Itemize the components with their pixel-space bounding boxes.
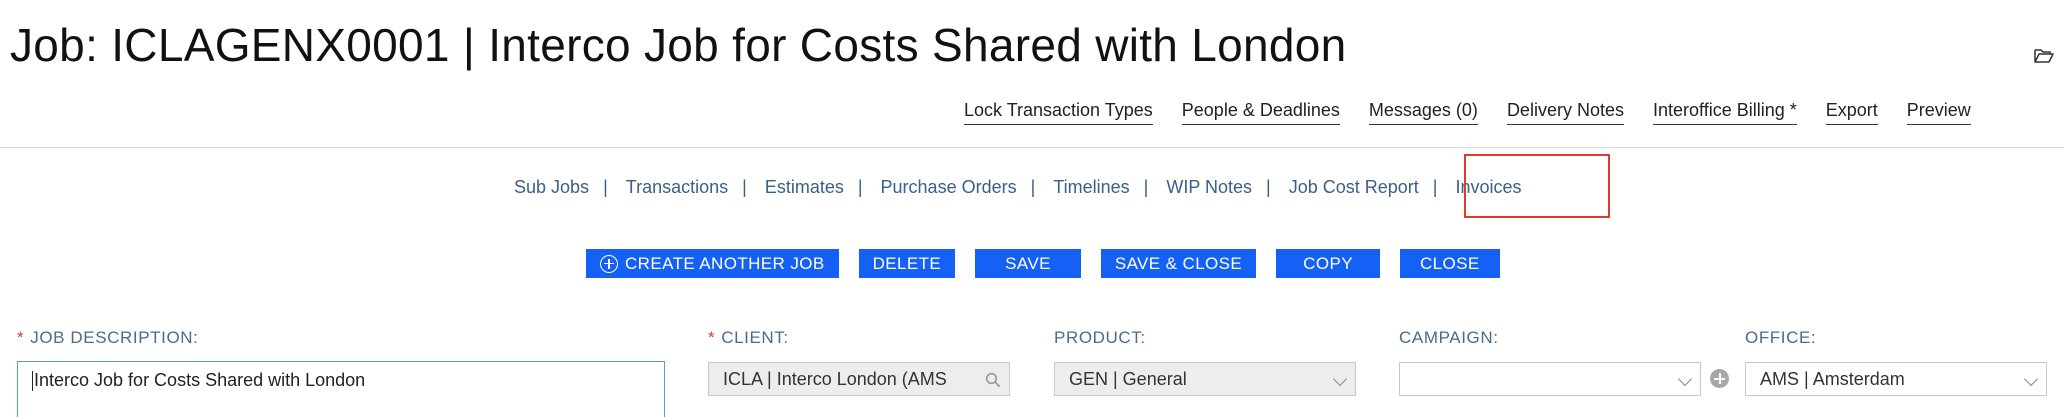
delete-button[interactable]: DELETE [858, 249, 956, 278]
required-marker: * [17, 328, 25, 347]
tab-separator: | [1432, 177, 1438, 197]
search-icon[interactable] [985, 372, 1001, 388]
people-deadlines-link[interactable]: People & Deadlines [1181, 100, 1340, 125]
job-description-value: Interco Job for Costs Shared with London [34, 370, 366, 390]
client-label: * CLIENT: [708, 328, 789, 348]
create-another-job-button[interactable]: CREATE ANOTHER JOB [586, 249, 839, 278]
copy-button[interactable]: COPY [1276, 249, 1380, 278]
action-buttons: CREATE ANOTHER JOB DELETE SAVE SAVE & CL… [586, 249, 1500, 278]
invoices-highlight-box [1464, 154, 1610, 218]
sub-tabs: Sub Jobs | Transactions | Estimates | Pu… [514, 177, 1522, 198]
close-button[interactable]: CLOSE [1399, 249, 1500, 278]
office-value: AMS | Amsterdam [1760, 368, 1905, 389]
job-description-label: * JOB DESCRIPTION: [17, 328, 199, 348]
interoffice-billing-link[interactable]: Interoffice Billing * [1652, 100, 1797, 125]
text-caret [32, 371, 33, 392]
add-campaign-icon[interactable] [1710, 369, 1729, 388]
product-label: PRODUCT: [1054, 328, 1146, 347]
client-search-input[interactable]: ICLA | Interco London (AMS [708, 362, 1010, 396]
export-link[interactable]: Export [1825, 100, 1878, 125]
job-description-input[interactable]: Interco Job for Costs Shared with London [17, 361, 665, 417]
tab-separator: | [1030, 177, 1036, 197]
tab-job-cost-report[interactable]: Job Cost Report [1289, 177, 1419, 198]
tab-separator: | [1143, 177, 1149, 197]
save-close-button[interactable]: SAVE & CLOSE [1100, 249, 1257, 278]
required-marker: * [708, 328, 716, 347]
product-value: GEN | General [1069, 368, 1187, 389]
campaign-select[interactable] [1399, 362, 1701, 396]
chevron-down-icon [1332, 371, 1348, 387]
tab-sub-jobs[interactable]: Sub Jobs [514, 177, 589, 198]
save-button[interactable]: SAVE [975, 249, 1081, 278]
client-value: ICLA | Interco London (AMS [723, 368, 947, 389]
messages-link[interactable]: Messages (0) [1368, 100, 1478, 125]
delivery-notes-link[interactable]: Delivery Notes [1506, 100, 1624, 125]
tab-estimates[interactable]: Estimates [765, 177, 844, 198]
lock-transaction-types-link[interactable]: Lock Transaction Types [964, 100, 1153, 125]
tab-separator: | [1266, 177, 1271, 197]
folder-open-icon[interactable] [2034, 48, 2054, 64]
page-title: Job: ICLAGENX0001 | Interco Job for Cost… [10, 19, 1347, 71]
office-label: OFFICE: [1745, 328, 1817, 347]
tab-separator: | [857, 177, 863, 197]
client-label-text: CLIENT: [721, 328, 789, 347]
preview-link[interactable]: Preview [1906, 100, 1971, 125]
tab-wip-notes[interactable]: WIP Notes [1166, 177, 1252, 198]
header-divider [0, 147, 2064, 148]
tab-separator: | [742, 177, 747, 197]
chevron-down-icon [2023, 371, 2039, 387]
job-description-label-text: JOB DESCRIPTION: [30, 328, 199, 347]
tab-purchase-orders[interactable]: Purchase Orders [881, 177, 1017, 198]
tab-separator: | [603, 177, 608, 197]
chevron-down-icon [1677, 371, 1693, 387]
tab-timelines[interactable]: Timelines [1053, 177, 1129, 198]
office-select[interactable]: AMS | Amsterdam [1745, 362, 2047, 396]
tab-transactions[interactable]: Transactions [626, 177, 728, 198]
create-another-job-label: CREATE ANOTHER JOB [625, 253, 825, 273]
campaign-label: CAMPAIGN: [1399, 328, 1499, 347]
top-action-links: Lock Transaction Types People & Deadline… [964, 100, 1971, 125]
plus-circle-icon [600, 254, 618, 273]
product-select[interactable]: GEN | General [1054, 362, 1356, 396]
